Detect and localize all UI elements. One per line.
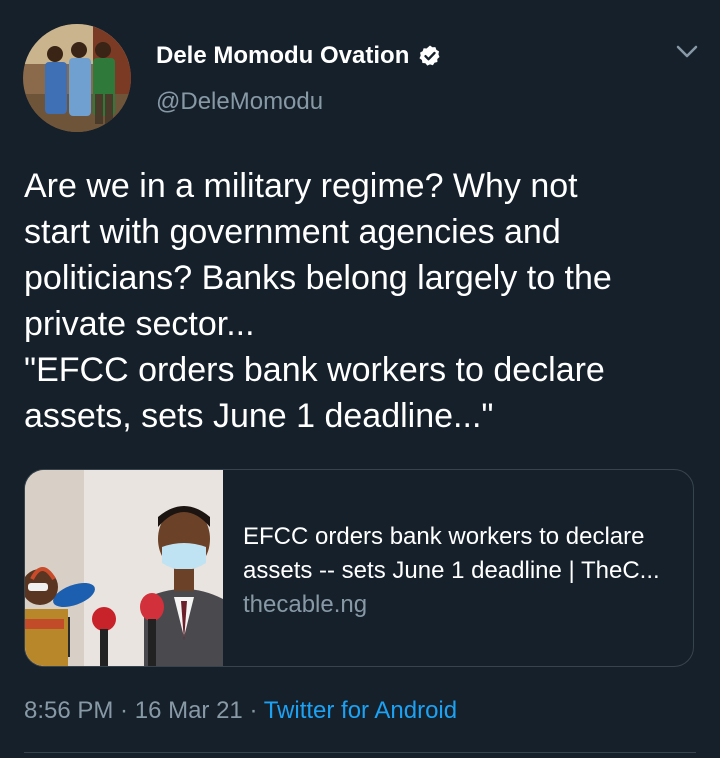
link-preview-domain: thecable.ng bbox=[243, 591, 368, 618]
tweet-text-line: "EFCC orders bank workers to declare bbox=[24, 351, 605, 389]
link-preview-title-line[interactable]: assets -- sets June 1 deadline | TheC... bbox=[243, 554, 673, 588]
author-display-name[interactable]: Dele Momodu Ovation bbox=[156, 42, 409, 70]
author-name-row[interactable]: Dele Momodu Ovation bbox=[156, 40, 442, 72]
chevron-down-icon[interactable] bbox=[676, 44, 698, 60]
tweet-text-line: assets, sets June 1 deadline..." bbox=[24, 397, 494, 435]
tweet-meta: 8:56 PM · 16 Mar 21 · Twitter for Androi… bbox=[24, 697, 457, 725]
tweet-text-line: start with government agencies and bbox=[24, 213, 561, 251]
tweet-text-line: private sector... bbox=[24, 305, 255, 343]
meta-separator: · bbox=[242, 697, 264, 724]
link-preview-card[interactable]: EFCC orders bank workers to declare asse… bbox=[24, 469, 694, 667]
link-preview-body[interactable]: EFCC orders bank workers to declare asse… bbox=[223, 470, 673, 666]
tweet-time[interactable]: 8:56 PM bbox=[24, 697, 113, 724]
verified-badge-icon bbox=[418, 44, 442, 68]
link-preview-thumbnail[interactable] bbox=[25, 470, 223, 666]
tweet-text: Are we in a military regime? Why not sta… bbox=[24, 163, 696, 439]
tweet-text-line: Are we in a military regime? Why not bbox=[24, 167, 578, 205]
tweet-text-line: politicians? Banks belong largely to the bbox=[24, 259, 612, 297]
avatar[interactable] bbox=[23, 24, 131, 132]
tweet: Dele Momodu Ovation @DeleMomodu Are we i… bbox=[0, 0, 720, 758]
author-handle[interactable]: @DeleMomodu bbox=[156, 88, 323, 116]
link-preview-title-line[interactable]: EFCC orders bank workers to declare bbox=[243, 520, 673, 554]
tweet-date[interactable]: 16 Mar 21 bbox=[135, 697, 243, 724]
divider bbox=[24, 752, 696, 753]
tweet-source-link[interactable]: Twitter for Android bbox=[264, 697, 457, 724]
meta-separator: · bbox=[113, 697, 135, 724]
